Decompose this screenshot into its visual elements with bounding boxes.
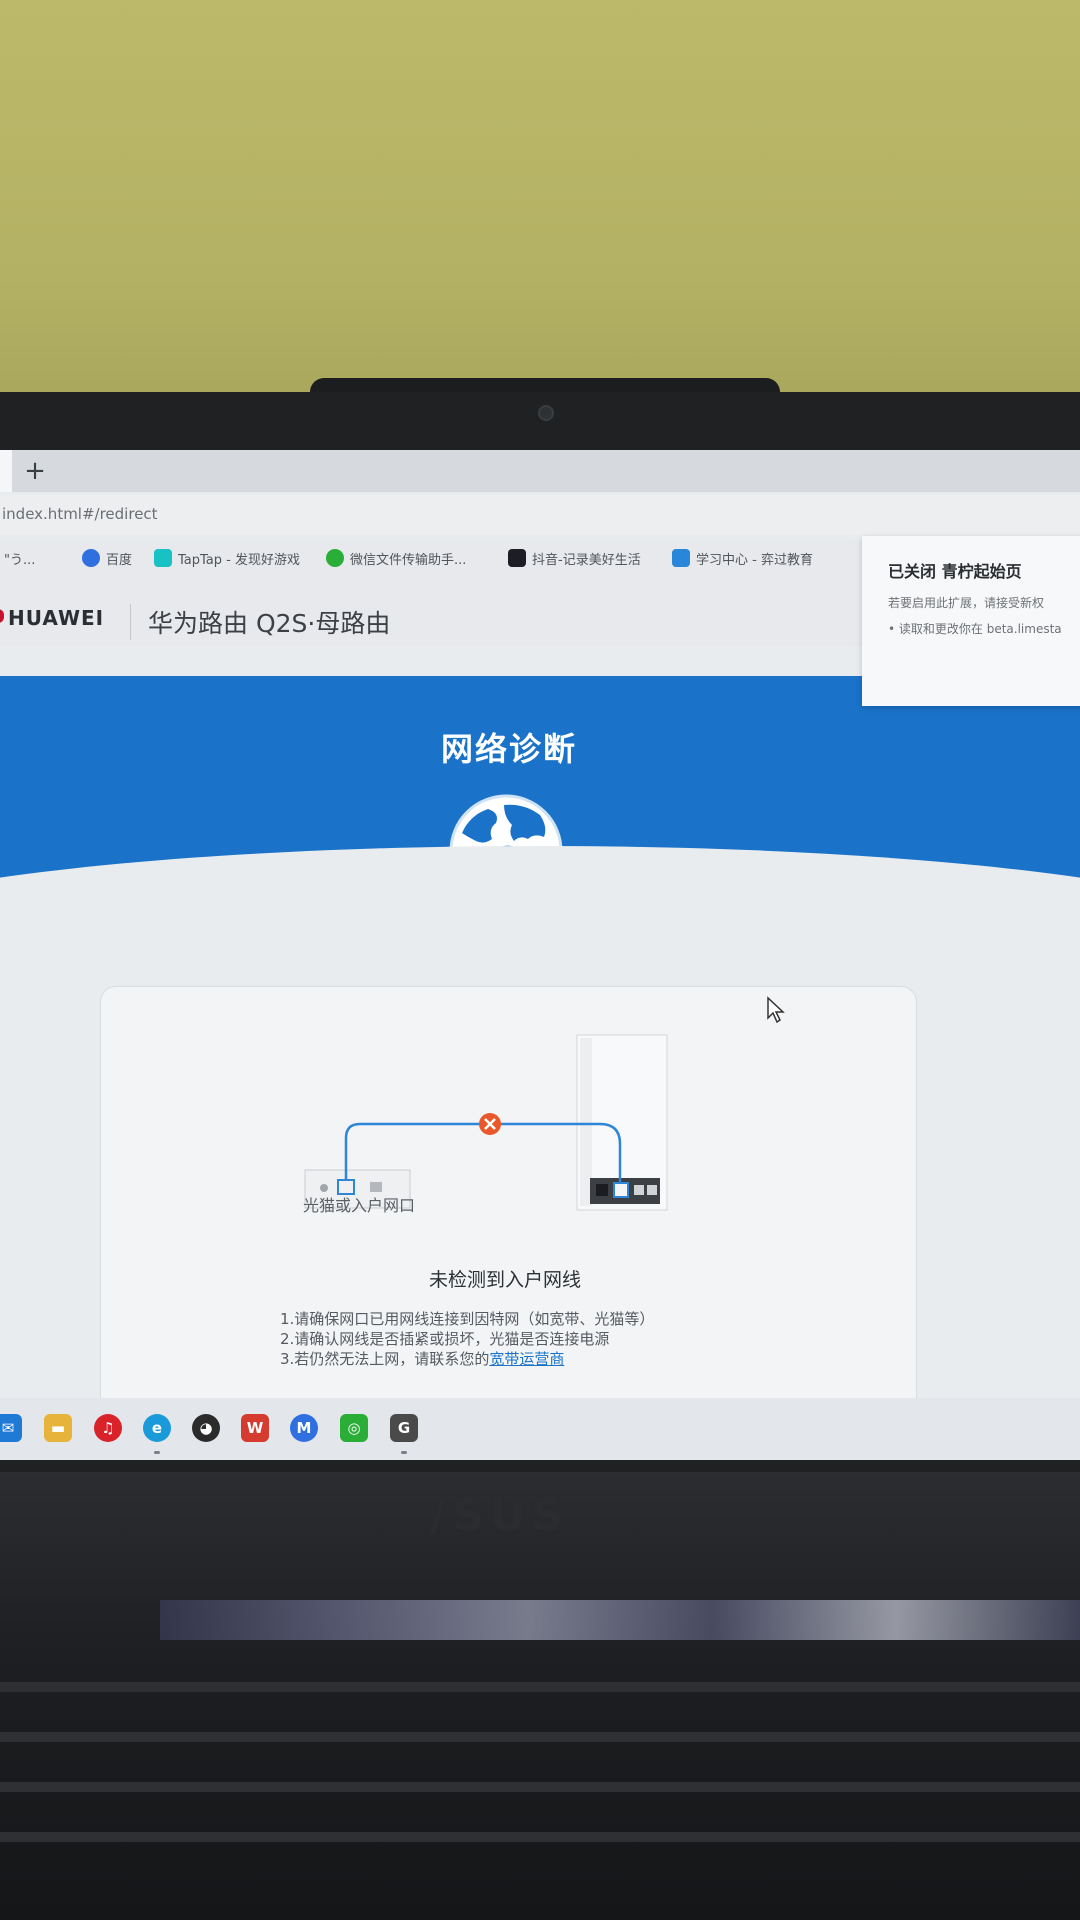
popup-title: 已关闭 青柠起始页 — [888, 562, 1022, 581]
bookmark-taptap[interactable]: TapTap - 发现好游戏 — [154, 548, 300, 568]
url-text[interactable]: index.html#/redirect — [2, 505, 158, 523]
webcam — [538, 405, 554, 421]
wechat-taskbar-icon[interactable]: ◎ — [340, 1414, 368, 1442]
modem-label: 光猫或入户网口 — [303, 1196, 416, 1215]
bookmark-label: 微信文件传输助手... — [350, 552, 467, 568]
popup-message: 若要启用此扩展，请接受新权 — [888, 596, 1045, 610]
sticker-strip — [160, 1600, 1080, 1640]
bookmark-label: "う... — [4, 552, 36, 568]
wall-background — [0, 0, 1080, 400]
header-divider — [130, 604, 131, 640]
edge-icon[interactable]: e — [143, 1414, 171, 1442]
bookmark-baidu[interactable]: 百度 — [82, 548, 132, 568]
vent-stripe — [0, 1782, 1080, 1792]
active-app-indicator — [154, 1451, 160, 1454]
tip-line: 2.请确认网线是否插紧或损坏，光猫是否连接电源 — [280, 1330, 610, 1348]
tip-line: 3.若仍然无法上网，请联系您的宽带运营商 — [280, 1348, 564, 1369]
active-tab-edge[interactable] — [0, 450, 12, 492]
extension-disabled-popup[interactable]: 已关闭 青柠起始页 若要启用此扩展，请接受新权 • 读取和更改你在 beta.l… — [862, 536, 1080, 706]
router-wan-port-icon — [613, 1182, 629, 1198]
genshin-icon[interactable]: G — [390, 1414, 418, 1442]
banner-title: 网络诊断 — [440, 730, 577, 768]
bookmark-label: 学习中心 - 弈过教育 — [696, 552, 813, 568]
bookmark-label: TapTap - 发现好游戏 — [178, 552, 300, 568]
new-tab-button[interactable]: + — [20, 456, 50, 486]
tip-line: 1.请确保网口已用网线连接到因特网（如宽带、光猫等） — [280, 1310, 655, 1328]
bookmark-item[interactable]: "う... — [4, 548, 35, 568]
mail-icon[interactable]: ✉ — [0, 1414, 22, 1442]
lark-icon[interactable]: M — [290, 1414, 318, 1442]
laptop-brand-logo: /SUS — [430, 1490, 570, 1541]
vent-stripe — [0, 1732, 1080, 1742]
diagnosis-banner: 网络诊断 — [0, 676, 1080, 921]
qq-icon[interactable]: ◕ — [192, 1414, 220, 1442]
vent-stripe — [0, 1832, 1080, 1842]
baidu-icon — [82, 549, 100, 567]
huawei-logo-icon — [0, 609, 4, 623]
vent-stripe — [0, 1682, 1080, 1692]
netease-music-icon[interactable]: ♫ — [94, 1414, 122, 1442]
huawei-logo: HUAWEI — [8, 606, 105, 630]
status-title: 未检测到入户网线 — [428, 1269, 581, 1291]
address-bar[interactable]: index.html#/redirect — [0, 495, 1080, 535]
popup-permission: • 读取和更改你在 beta.limesta — [888, 622, 1062, 636]
windows-taskbar: ✉ ▬ ♫ e ◕ W M ◎ G — [0, 1398, 1080, 1460]
wps-icon[interactable]: W — [241, 1414, 269, 1442]
banner-curve — [0, 846, 1080, 921]
douyin-icon — [508, 549, 526, 567]
tip-text: 3.若仍然无法上网，请联系您的 — [280, 1350, 490, 1368]
taptap-icon — [154, 549, 172, 567]
active-app-indicator — [401, 1451, 407, 1454]
wechat-icon — [326, 549, 344, 567]
isp-contact-link[interactable]: 宽带运营商 — [489, 1350, 564, 1368]
bookmark-label: 抖音-记录美好生活 — [532, 552, 641, 568]
study-icon — [672, 549, 690, 567]
bookmark-study[interactable]: 学习中心 - 弈过教育 — [672, 548, 813, 568]
bookmark-label: 百度 — [106, 552, 133, 568]
product-title: 华为路由 Q2S·母路由 — [148, 609, 391, 638]
laptop-screen: + index.html#/redirect "う... 百度 TapTap -… — [0, 450, 1080, 1460]
bookmark-douyin[interactable]: 抖音-记录美好生活 — [508, 548, 641, 568]
tab-strip: + — [0, 450, 1080, 492]
bookmark-wechat-file[interactable]: 微信文件传输助手... — [326, 548, 466, 568]
mouse-cursor-icon — [767, 996, 785, 1024]
file-explorer-icon[interactable]: ▬ — [44, 1414, 72, 1442]
